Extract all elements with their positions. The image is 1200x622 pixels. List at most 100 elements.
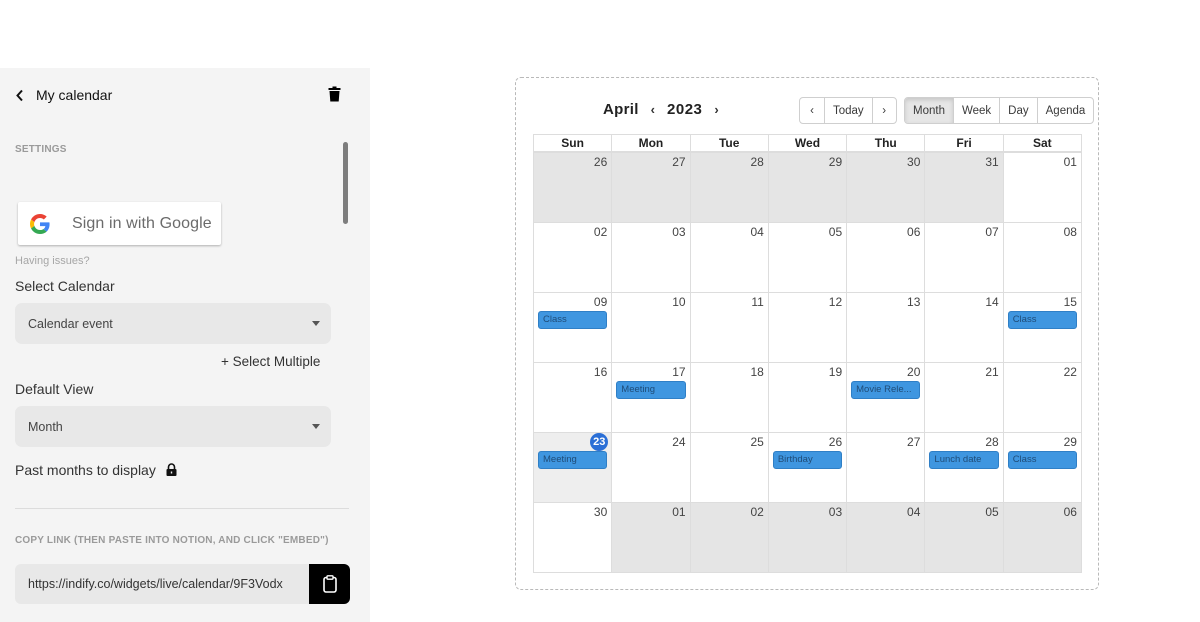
day-cell[interactable]: 04 (689, 223, 768, 292)
day-cell[interactable]: 26 (534, 153, 612, 222)
day-number[interactable]: 28 (750, 155, 763, 169)
prev-year-button[interactable]: ‹ (651, 102, 655, 117)
day-cell[interactable]: 22 (1002, 363, 1081, 432)
day-number[interactable]: 05 (829, 225, 842, 239)
day-cell[interactable]: 26 Birthday (767, 433, 847, 502)
delete-button[interactable] (328, 86, 342, 102)
day-cell[interactable]: 30 (846, 153, 925, 222)
day-cell[interactable]: 21 (924, 363, 1003, 432)
day-cell[interactable]: 06 (846, 223, 925, 292)
day-number[interactable]: 27 (907, 435, 920, 449)
day-number[interactable]: 01 (1064, 155, 1077, 169)
day-cell[interactable]: 12 (767, 293, 847, 362)
calendar-event[interactable]: Movie Rele... (851, 381, 921, 399)
day-number[interactable]: 09 (594, 295, 607, 309)
day-cell[interactable]: 27 (846, 433, 925, 502)
day-number[interactable]: 12 (829, 295, 842, 309)
day-cell[interactable]: 07 (924, 223, 1003, 292)
scrollbar[interactable] (343, 142, 348, 224)
day-cell[interactable]: 19 (767, 363, 847, 432)
copy-link-button[interactable] (309, 564, 350, 604)
view-day-button[interactable]: Day (999, 98, 1036, 123)
day-cell[interactable]: 29 (767, 153, 847, 222)
calendar-event[interactable]: Class (538, 311, 608, 329)
day-cell[interactable]: 24 (611, 433, 690, 502)
day-number[interactable]: 31 (985, 155, 998, 169)
having-issues-link[interactable]: Having issues? (15, 255, 90, 267)
day-number[interactable]: 26 (829, 435, 842, 449)
day-number[interactable]: 22 (1064, 365, 1077, 379)
day-cell[interactable]: 18 (689, 363, 768, 432)
day-cell[interactable]: 20 Movie Rele... (846, 363, 925, 432)
select-calendar-dropdown[interactable]: Calendar event (15, 303, 331, 344)
next-month-button[interactable]: › (871, 98, 896, 123)
day-cell[interactable]: 04 (846, 503, 925, 572)
day-number[interactable]: 26 (594, 155, 607, 169)
day-number[interactable]: 11 (751, 295, 763, 309)
day-number[interactable]: 21 (985, 365, 998, 379)
day-cell[interactable]: 16 (534, 363, 612, 432)
day-number[interactable]: 20 (907, 365, 920, 379)
day-number[interactable]: 02 (594, 225, 607, 239)
day-number[interactable]: 08 (1064, 225, 1077, 239)
calendar-event[interactable]: Meeting (616, 381, 686, 399)
day-number[interactable]: 03 (829, 505, 842, 519)
day-cell[interactable]: 28 (689, 153, 768, 222)
day-cell[interactable]: 05 (924, 503, 1003, 572)
day-number[interactable]: 01 (672, 505, 685, 519)
calendar-event[interactable]: Class (1007, 311, 1077, 329)
day-number[interactable]: 16 (594, 365, 607, 379)
next-year-button[interactable]: › (714, 102, 718, 117)
day-cell[interactable]: 02 (534, 223, 612, 292)
select-multiple-link[interactable]: + Select Multiple (221, 354, 320, 369)
today-button[interactable]: Today (824, 98, 872, 123)
view-month-button[interactable]: Month (905, 98, 953, 123)
day-number[interactable]: 27 (672, 155, 685, 169)
day-number[interactable]: 07 (985, 225, 998, 239)
prev-month-button[interactable]: ‹ (800, 98, 824, 123)
day-cell[interactable]: 03 (611, 223, 690, 292)
day-number[interactable]: 24 (672, 435, 685, 449)
day-number[interactable]: 17 (672, 365, 685, 379)
day-number[interactable]: 04 (750, 225, 763, 239)
day-cell[interactable]: 01 (611, 503, 690, 572)
back-button[interactable] (12, 87, 26, 103)
day-number[interactable]: 04 (907, 505, 920, 519)
day-number[interactable]: 06 (1064, 505, 1077, 519)
day-cell[interactable]: 17 Meeting (611, 363, 690, 432)
day-number[interactable]: 30 (907, 155, 920, 169)
day-number[interactable]: 28 (985, 435, 998, 449)
day-number[interactable]: 10 (672, 295, 685, 309)
day-cell[interactable]: 31 (924, 153, 1003, 222)
day-number[interactable]: 15 (1064, 295, 1077, 309)
default-view-dropdown[interactable]: Month (15, 406, 331, 447)
day-number[interactable]: 14 (985, 295, 998, 309)
day-cell[interactable]: 02 (689, 503, 768, 572)
day-number[interactable]: 29 (829, 155, 842, 169)
view-week-button[interactable]: Week (952, 98, 999, 123)
day-cell[interactable]: 28 Lunch date (924, 433, 1003, 502)
day-cell[interactable]: 27 (611, 153, 690, 222)
day-cell[interactable]: 11 (689, 293, 768, 362)
view-agenda-button[interactable]: Agenda (1036, 98, 1094, 123)
embed-link-field[interactable]: https://indify.co/widgets/live/calendar/… (15, 564, 310, 604)
day-cell[interactable]: 06 (1002, 503, 1081, 572)
calendar-event[interactable]: Birthday (772, 451, 843, 469)
day-cell[interactable]: 08 (1002, 223, 1081, 292)
day-number[interactable]: 03 (672, 225, 685, 239)
day-cell[interactable]: 14 (924, 293, 1003, 362)
day-cell[interactable]: 10 (611, 293, 690, 362)
calendar-event[interactable]: Lunch date (929, 451, 999, 469)
day-cell-today[interactable]: 23 Meeting (534, 433, 612, 502)
day-number[interactable]: 19 (829, 365, 842, 379)
day-number[interactable]: 05 (985, 505, 998, 519)
day-number[interactable]: 18 (750, 365, 763, 379)
google-sign-in-button[interactable]: Sign in with Google (18, 202, 221, 245)
day-cell[interactable]: 13 (846, 293, 925, 362)
day-cell[interactable]: 30 (534, 503, 612, 572)
day-cell[interactable]: 29 Class (1002, 433, 1081, 502)
day-number[interactable]: 23 (590, 433, 609, 451)
day-number[interactable]: 30 (594, 505, 607, 519)
day-number[interactable]: 06 (907, 225, 920, 239)
day-number[interactable]: 02 (750, 505, 763, 519)
